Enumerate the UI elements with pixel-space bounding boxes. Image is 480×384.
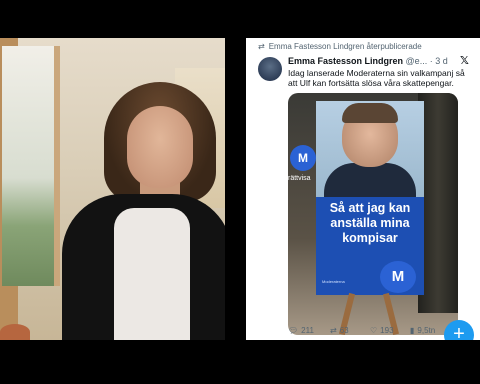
window xyxy=(2,46,60,286)
like-icon: ♡ xyxy=(370,326,378,335)
repost-icon: ⇄ xyxy=(330,326,337,335)
party-logo-poster: M xyxy=(380,261,416,293)
reply-button[interactable]: 💬︎ 211 xyxy=(288,326,314,335)
compose-button[interactable]: + xyxy=(444,320,474,340)
tweet-card[interactable]: ⇄ Emma Fastesson Lindgren återpublicerade… xyxy=(246,38,480,340)
party-logo-left: M xyxy=(290,145,316,171)
side-text: rättvisa xyxy=(288,175,311,182)
face xyxy=(127,106,193,188)
portrait-photo xyxy=(0,38,225,340)
author-name[interactable]: Emma Fastesson Lindgren xyxy=(288,56,403,66)
tweet-media[interactable]: M rättvisa Så att jag kan anställa mina … xyxy=(288,93,458,335)
poster-slogan: Så att jag kan anställa mina kompisar xyxy=(329,201,411,245)
reply-count: 211 xyxy=(301,326,314,335)
shirt xyxy=(114,208,190,340)
poster-hair xyxy=(342,103,398,123)
views-icon: ▮ xyxy=(410,326,415,335)
repost-icon: ⇄ xyxy=(258,42,265,51)
views-button[interactable]: ▮ 9,5tn xyxy=(410,326,435,335)
avatar[interactable] xyxy=(258,57,282,81)
views-count: 9,5tn xyxy=(417,326,436,335)
campaign-poster: Så att jag kan anställa mina kompisar Mo… xyxy=(316,101,424,295)
poster-small-print: Moderaterna xyxy=(322,279,345,284)
repost-label: Emma Fastesson Lindgren återpublicerade xyxy=(268,42,422,51)
repost-count: 63 xyxy=(339,326,349,335)
tweet-text: Idag lanserade Moderaterna sin valkampan… xyxy=(288,68,465,88)
reply-icon: 💬︎ xyxy=(288,326,299,335)
like-count: 193 xyxy=(380,326,394,335)
repost-header: ⇄ Emma Fastesson Lindgren återpublicerade xyxy=(258,42,422,51)
plant-pot xyxy=(0,324,30,340)
like-button[interactable]: ♡ 193 xyxy=(370,326,394,335)
author-handle-time: @e... · 3 d xyxy=(405,56,448,66)
curtain xyxy=(418,93,458,313)
x-logo-icon[interactable]: 𝕏 xyxy=(460,54,469,67)
tweet-header: Emma Fastesson Lindgren @e... · 3 d xyxy=(288,56,448,66)
repost-button[interactable]: ⇄ 63 xyxy=(330,326,349,335)
